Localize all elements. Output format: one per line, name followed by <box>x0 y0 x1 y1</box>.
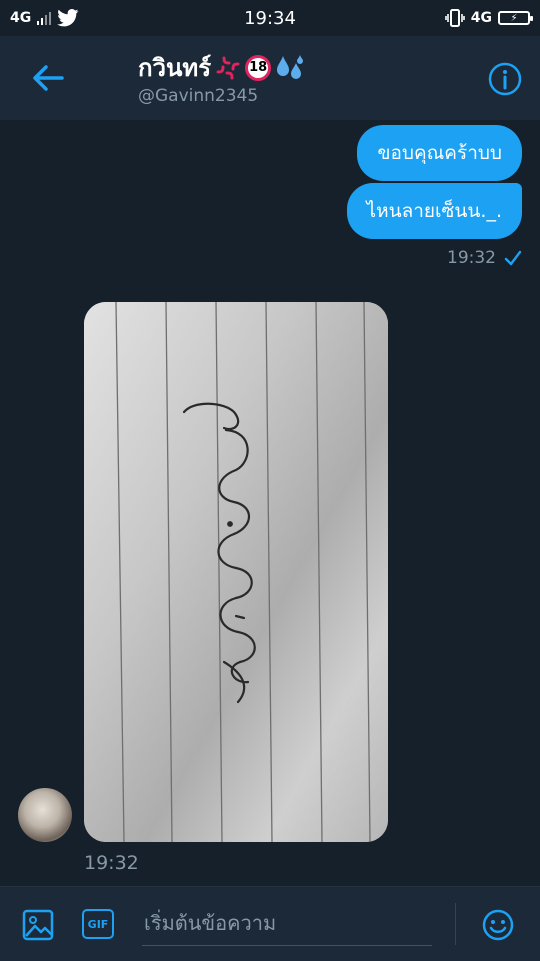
outgoing-meta: 19:32 <box>447 248 522 268</box>
outgoing-message[interactable]: ไหนลายเซ็นน._. <box>346 183 522 239</box>
status-bar: 4G 19:34 4G ⚡ <box>0 0 540 36</box>
anger-symbol-icon <box>216 56 240 79</box>
message-list[interactable]: ขอบคุณคร้าบบ ไหนลายเซ็นน._. 19:32 19:32 <box>0 120 540 886</box>
network-type-right: 4G <box>470 10 492 26</box>
message-composer: GIF <box>0 886 540 961</box>
battery-icon: ⚡ <box>498 11 533 25</box>
emoji-icon[interactable] <box>482 909 514 941</box>
contact-handle: @Gavinn2345 <box>138 86 259 106</box>
sweat-droplets-icon <box>277 54 304 79</box>
image-icon[interactable] <box>22 909 54 941</box>
status-right: 4G ⚡ <box>444 9 533 27</box>
vibrate-icon <box>444 9 465 27</box>
status-time: 19:34 <box>244 7 296 29</box>
incoming-timestamp: 19:32 <box>84 852 139 874</box>
conversation-header: กวินทร์ 18 @Gavinn2345 <box>0 36 540 120</box>
contact-name: กวินทร์ <box>138 54 212 82</box>
back-arrow-icon[interactable] <box>28 58 68 98</box>
twitter-bird-icon <box>57 9 79 27</box>
outgoing-message[interactable]: ขอบคุณคร้าบบ <box>357 125 522 181</box>
incoming-photo-message[interactable] <box>84 302 388 842</box>
composer-divider <box>455 903 456 945</box>
no-under-18-icon: 18 <box>245 54 272 81</box>
outgoing-timestamp: 19:32 <box>447 248 496 268</box>
info-icon[interactable] <box>488 62 522 96</box>
gif-icon[interactable]: GIF <box>82 909 114 939</box>
sent-check-icon <box>504 250 522 266</box>
message-input[interactable] <box>142 901 432 946</box>
signature-photo <box>84 302 388 842</box>
contact-avatar[interactable] <box>18 788 72 842</box>
network-type-left: 4G <box>10 10 32 26</box>
status-left: 4G <box>10 9 79 27</box>
contact-name-row: กวินทร์ 18 <box>138 48 305 87</box>
signal-icon <box>37 11 52 25</box>
